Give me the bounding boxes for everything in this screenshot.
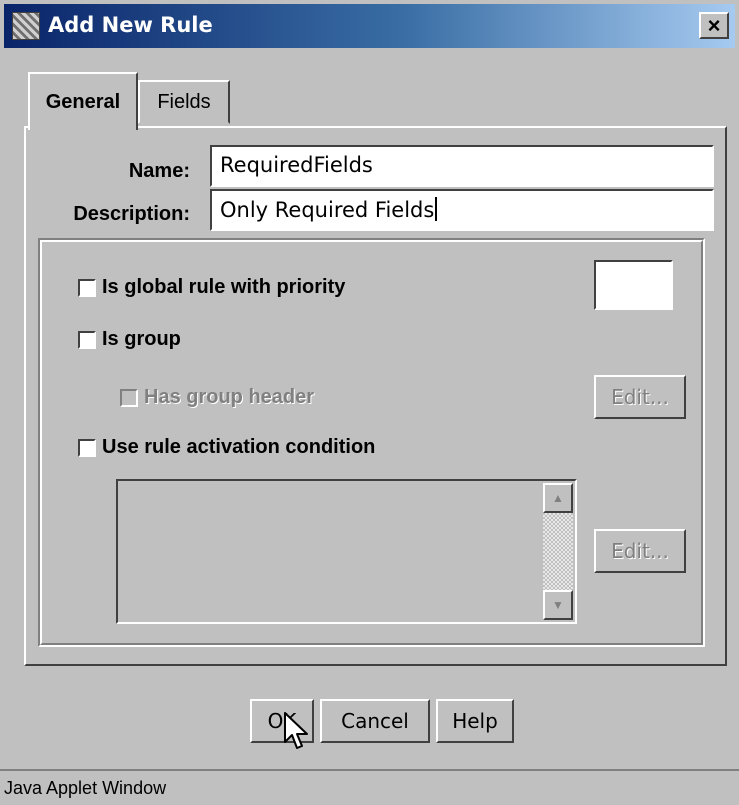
title-bar[interactable]: Add New Rule × [4,4,735,48]
applet-icon [12,12,40,40]
close-icon: × [707,12,721,38]
status-text: Java Applet Window [4,778,167,798]
is-group-checkbox[interactable] [78,330,96,349]
priority-input[interactable] [594,260,673,310]
name-field[interactable]: RequiredFields [210,145,714,187]
is-group-checkbox-row[interactable]: Is group [78,328,181,351]
has-group-header-checkbox[interactable] [120,388,138,407]
name-field-value: RequiredFields [220,153,373,177]
activation-checkbox-row[interactable]: Use rule activation condition [78,436,375,459]
arrow-down-icon: ▼ [552,598,564,612]
activation-condition-textarea[interactable]: ▲ ▼ [116,479,577,624]
mouse-pointer-icon [284,712,308,749]
global-rule-label: Is global rule with priority [102,276,346,298]
tab-general[interactable]: General [28,72,138,130]
global-rule-checkbox-row[interactable]: Is global rule with priority [78,276,345,299]
add-new-rule-dialog: Add New Rule × General Fields Name: Requ… [0,0,739,805]
name-label: Name: [128,160,190,182]
scroll-up-button[interactable]: ▲ [543,483,573,513]
vertical-scrollbar[interactable]: ▲ ▼ [543,483,573,620]
window-title: Add New Rule [48,13,213,37]
help-button[interactable]: Help [436,699,514,743]
description-label: Description: [73,203,190,225]
cancel-button[interactable]: Cancel [320,699,430,743]
edit-condition-button[interactable]: Edit... [594,529,686,573]
activation-checkbox[interactable] [78,438,96,457]
scroll-down-button[interactable]: ▼ [543,590,573,620]
description-field-value: Only Required Fields [220,198,435,222]
has-group-header-checkbox-row[interactable]: Has group header [120,386,314,409]
close-button[interactable]: × [699,12,729,39]
tab-fields[interactable]: Fields [138,80,230,124]
description-field[interactable]: Only Required Fields [210,189,714,231]
edit-header-button[interactable]: Edit... [594,375,686,419]
is-group-label: Is group [102,328,181,350]
global-rule-checkbox[interactable] [78,278,96,297]
has-group-header-label: Has group header [144,386,315,408]
activation-label: Use rule activation condition [102,436,376,458]
status-bar: Java Applet Window [0,769,739,805]
text-caret [435,197,438,221]
arrow-up-icon: ▲ [552,491,564,505]
